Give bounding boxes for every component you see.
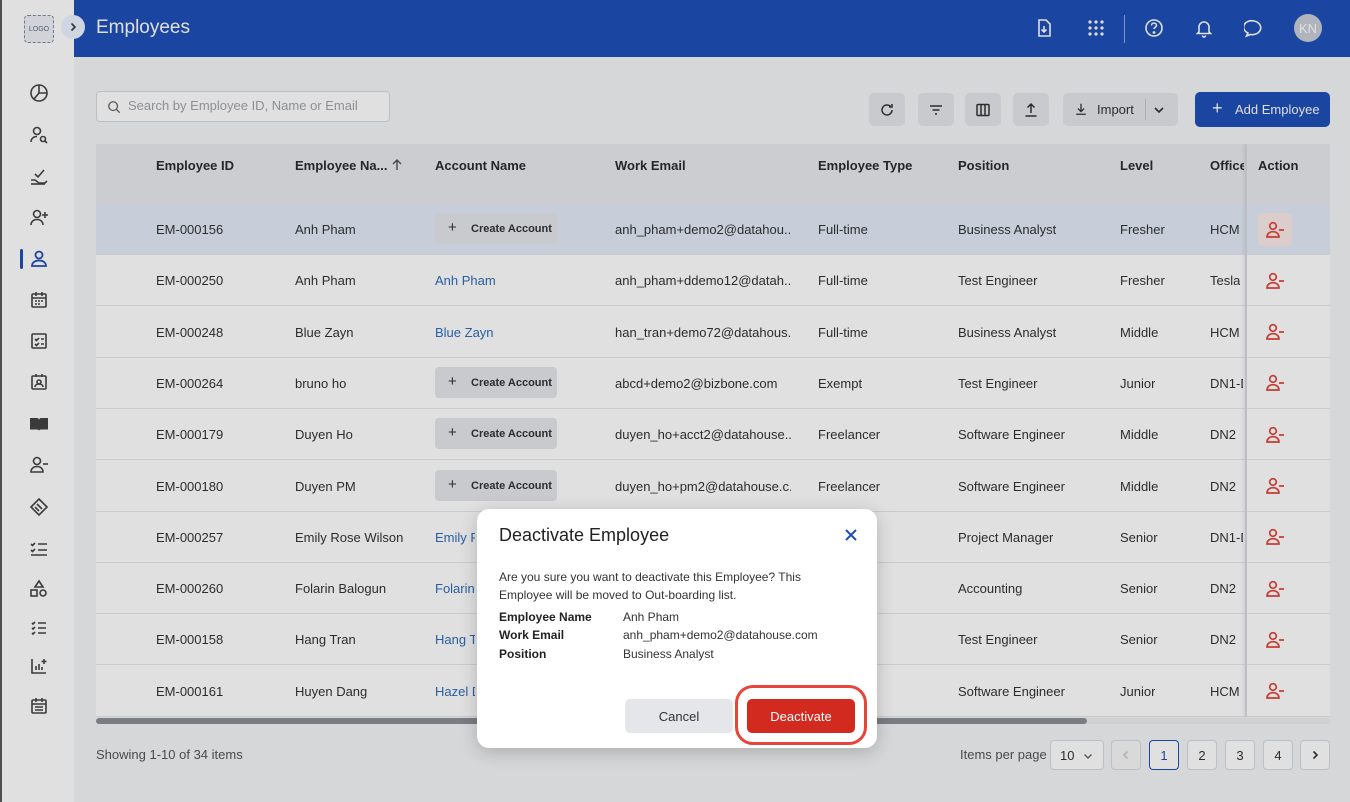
employee-name-value: Anh Pham xyxy=(623,610,680,624)
cancel-button[interactable]: Cancel xyxy=(625,699,733,733)
work-email-label: Work Email xyxy=(499,628,565,642)
close-icon xyxy=(845,529,857,541)
dialog-title: Deactivate Employee xyxy=(499,525,670,545)
chevron-right-icon xyxy=(70,22,77,32)
position-label: Position xyxy=(499,647,547,661)
dialog-message: Are you sure you want to deactivate this… xyxy=(499,570,801,602)
sidebar-expand-button[interactable] xyxy=(61,15,85,39)
employee-name-label: Employee Name xyxy=(499,610,592,624)
position-value: Business Analyst xyxy=(623,647,714,661)
work-email-value: anh_pham+demo2@datahouse.com xyxy=(623,628,818,642)
deactivate-highlight-ring xyxy=(735,685,867,745)
close-button[interactable] xyxy=(839,523,863,547)
